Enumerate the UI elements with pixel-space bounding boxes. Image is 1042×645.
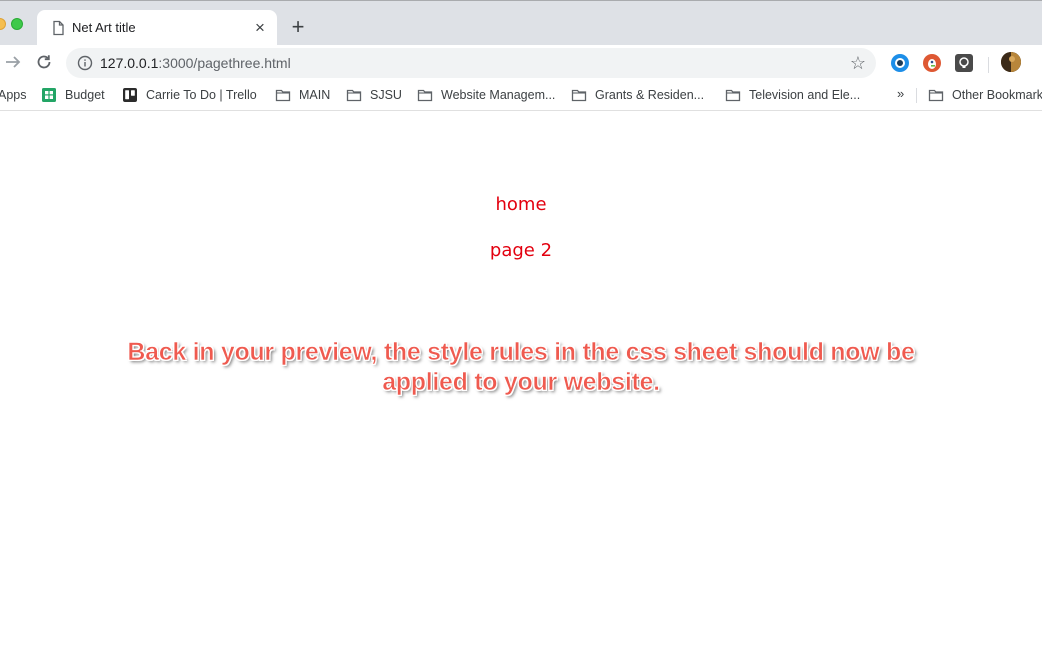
tab-strip: Net Art title × + [0, 0, 1042, 46]
maximize-window-button[interactable] [11, 18, 23, 30]
browser-tab[interactable]: Net Art title × [37, 10, 277, 46]
bookmark-trello[interactable]: Carrie To Do | Trello [122, 86, 257, 104]
bookmark-label: Grants & Residen... [595, 88, 705, 102]
bookmark-apps[interactable]: Apps [0, 86, 27, 104]
site-info-icon[interactable] [77, 55, 93, 71]
bookmark-star-icon[interactable]: ☆ [848, 53, 868, 73]
bookmarks-bar: Apps Budget Carrie To Do | Trello MAIN S… [0, 79, 1042, 111]
new-tab-button[interactable]: + [287, 16, 309, 38]
page-2-link[interactable]: page 2 [0, 240, 1042, 261]
browser-menu-icon[interactable]: ⋮ [1036, 53, 1042, 73]
page-icon [53, 20, 64, 36]
folder-icon [571, 89, 587, 102]
bookmark-label: Other Bookmarks [952, 88, 1042, 102]
browser-toolbar: 127.0.0.1:3000/pagethree.html ☆ ⋮ [0, 45, 1042, 79]
bookmarks-divider [916, 88, 917, 103]
bookmark-folder-grants[interactable]: Grants & Residen... [571, 86, 704, 104]
trello-icon [123, 88, 137, 102]
bookmark-budget[interactable]: Budget [41, 86, 105, 104]
bookmark-label: SJSU [370, 88, 402, 102]
bookmarks-overflow-button[interactable]: » [897, 86, 904, 101]
page-viewport: home page 2 Back in your preview, the st… [0, 112, 1042, 645]
forward-icon[interactable] [2, 51, 24, 73]
sheets-icon [42, 88, 56, 102]
tutorial-caption: Back in your preview, the style rules in… [127, 338, 915, 397]
bookmark-folder-television[interactable]: Television and Ele... [725, 86, 860, 104]
extension-bulb-icon[interactable] [955, 54, 973, 72]
bookmark-folder-sjsu[interactable]: SJSU [346, 86, 402, 104]
close-tab-icon[interactable]: × [251, 19, 269, 37]
duckduckgo-icon[interactable] [923, 54, 941, 72]
home-link[interactable]: home [0, 194, 1042, 215]
url-host: 127.0.0.1 [100, 55, 159, 71]
address-bar[interactable]: 127.0.0.1:3000/pagethree.html ☆ [66, 48, 876, 78]
bookmark-label: Budget [65, 88, 105, 102]
bookmark-folder-main[interactable]: MAIN [275, 86, 330, 104]
folder-icon [275, 89, 291, 102]
bookmark-label: Television and Ele... [749, 88, 861, 102]
folder-icon [346, 89, 362, 102]
bookmark-label: Website Managem... [441, 88, 556, 102]
minimize-window-button[interactable] [0, 18, 6, 30]
reload-icon[interactable] [33, 51, 55, 73]
bookmark-folder-website[interactable]: Website Managem... [417, 86, 555, 104]
url-path: :3000/pagethree.html [158, 55, 291, 71]
profile-avatar[interactable] [1001, 52, 1021, 72]
bookmark-label: Apps [0, 88, 27, 102]
url-text[interactable]: 127.0.0.1:3000/pagethree.html [100, 55, 291, 71]
bookmark-other-bookmarks[interactable]: Other Bookmarks [928, 86, 1042, 104]
bookmark-label: Carrie To Do | Trello [146, 88, 257, 102]
toolbar-divider [988, 57, 989, 73]
folder-icon [725, 89, 741, 102]
folder-icon [417, 89, 433, 102]
bookmark-label: MAIN [299, 88, 331, 102]
extension-eye-icon[interactable] [891, 54, 909, 72]
folder-icon [928, 89, 944, 102]
tab-title: Net Art title [72, 20, 136, 35]
